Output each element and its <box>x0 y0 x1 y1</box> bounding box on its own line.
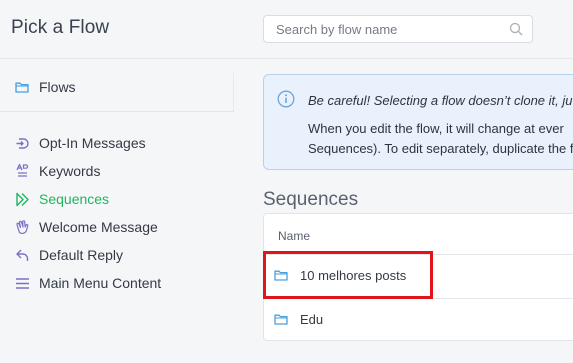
opt-in-icon <box>14 135 30 151</box>
alert-text-line: Sequences). To edit separately, duplicat… <box>308 141 573 156</box>
table-row[interactable]: Edu <box>264 300 573 340</box>
section-title: Sequences <box>263 189 359 210</box>
flows-table: Name 10 melhores posts Edu <box>263 213 573 341</box>
alert-text-line: When you edit the flow, it will change a… <box>308 121 564 136</box>
page-title: Pick a Flow <box>11 17 110 38</box>
sidebar-divider-vertical <box>233 73 234 111</box>
table-divider <box>264 298 573 299</box>
menu-lines-icon <box>14 275 30 291</box>
sidebar-item-label: Keywords <box>39 163 101 179</box>
row-label: 10 melhores posts <box>300 268 407 283</box>
search-input[interactable] <box>276 16 506 42</box>
sidebar-item-welcome-message[interactable]: Welcome Message <box>14 217 158 237</box>
sidebar-divider <box>0 111 234 112</box>
sidebar-item-opt-in-messages[interactable]: Opt-In Messages <box>14 133 146 153</box>
wave-hand-icon <box>14 219 30 235</box>
sidebar-item-label: Main Menu Content <box>39 275 162 291</box>
sidebar-item-main-menu-content[interactable]: Main Menu Content <box>14 273 161 293</box>
sidebar-item-label: Welcome Message <box>39 219 158 235</box>
sidebar-item-sequences[interactable]: Sequences <box>14 189 109 209</box>
table-row[interactable]: 10 melhores posts <box>264 256 573 296</box>
sidebar-item-default-reply[interactable]: Default Reply <box>14 245 123 265</box>
search-icon[interactable] <box>509 22 523 36</box>
folder-icon <box>14 79 30 95</box>
warning-alert: Be careful! Selecting a flow doesn’t clo… <box>263 74 573 170</box>
reply-icon <box>14 247 30 263</box>
alert-heading: Be careful! Selecting a flow doesn’t clo… <box>308 93 573 108</box>
folder-icon <box>274 270 288 281</box>
column-header-name[interactable]: Name <box>278 229 310 243</box>
keywords-icon <box>14 163 30 179</box>
search-box[interactable] <box>263 15 533 43</box>
sidebar-item-label: Flows <box>39 79 76 95</box>
header-divider <box>0 58 573 59</box>
sidebar-item-keywords[interactable]: Keywords <box>14 161 100 181</box>
folder-icon <box>274 314 288 325</box>
sequences-icon <box>14 191 30 207</box>
sidebar-item-label: Default Reply <box>39 247 124 263</box>
table-divider <box>264 254 573 255</box>
info-icon <box>277 90 295 108</box>
sidebar-item-flows[interactable]: Flows <box>14 77 76 97</box>
row-label: Edu <box>300 312 324 327</box>
sidebar-item-label: Sequences <box>39 191 110 207</box>
sidebar-item-label: Opt-In Messages <box>39 135 146 151</box>
